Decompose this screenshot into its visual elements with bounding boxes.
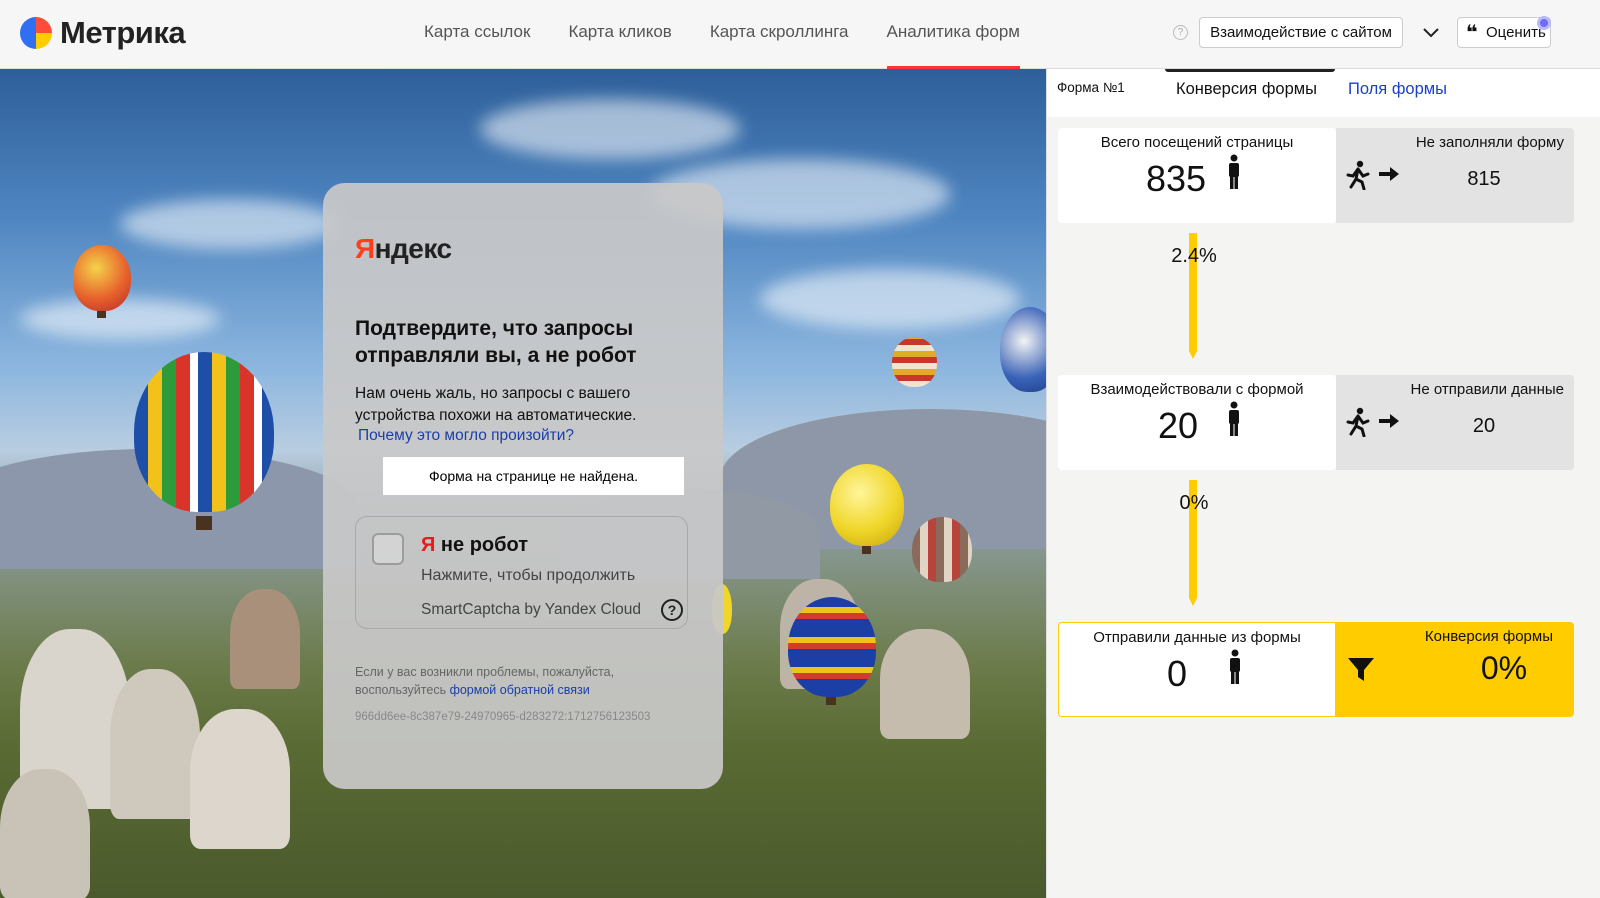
conversion-percent-1: 2.4% [1171, 245, 1217, 267]
yandex-logo-letter: Я [355, 233, 375, 264]
panel-tabs: Форма №1 Конверсия формы Поля формы [1047, 69, 1600, 117]
person-icon [1229, 401, 1239, 436]
captcha-help-icon[interactable]: ? [661, 599, 683, 621]
not-filled-label: Не заполняли форму [1415, 134, 1564, 151]
interacted-label: Взаимодействовали с формой [1090, 381, 1304, 398]
interacted-card: Взаимодействовали с формой 20 [1058, 375, 1336, 470]
top-header: Метрика Карта ссылок Карта кликов Карта … [0, 0, 1600, 69]
not-robot-checkbox[interactable] [372, 533, 404, 565]
not-submitted-value: 20 [1472, 415, 1496, 437]
interacted-value: 20 [1158, 405, 1199, 446]
site-interaction-button[interactable]: Взаимодействие с сайтом [1199, 17, 1403, 48]
metrika-logo-icon [20, 17, 52, 49]
yandex-logo-rest: ндекс [374, 233, 452, 264]
not-submitted-card: Не отправили данные 20 [1336, 375, 1574, 470]
captcha-footer: Если у вас возникли проблемы, пожалуйста… [355, 663, 695, 699]
logo-text: Метрика [60, 15, 186, 50]
active-tab-indicator [1165, 69, 1335, 72]
not-robot-ya: Я [421, 534, 436, 556]
tab-form-conversion[interactable]: Конверсия формы [1176, 80, 1317, 99]
form-analytics-panel: Форма №1 Конверсия формы Поля формы Всег… [1046, 69, 1600, 898]
submitted-value: 0 [1167, 653, 1188, 694]
funnel-arrow [1189, 598, 1197, 606]
feedback-link[interactable]: формой обратной связи [450, 683, 590, 697]
form-selector[interactable]: Форма №1 [1057, 80, 1125, 95]
nav-link-map[interactable]: Карта ссылок [424, 0, 530, 69]
tab-form-fields[interactable]: Поля формы [1348, 80, 1447, 99]
not-robot-title: Я не робот [421, 534, 528, 557]
not-robot-subtitle: Нажмите, чтобы продолжить [421, 567, 636, 584]
nav-scroll-map[interactable]: Карта скроллинга [710, 0, 849, 69]
chevron-down-icon[interactable] [1420, 21, 1442, 43]
balloon-image [73, 245, 131, 311]
balloon-image [788, 597, 876, 697]
form-not-found-message: Форма на странице не найдена. [383, 457, 684, 495]
form-conversion-label: Конверсия формы [1424, 628, 1553, 645]
balloon-image [134, 352, 274, 512]
help-icon[interactable]: ? [1173, 25, 1188, 40]
not-filled-value: 815 [1467, 168, 1501, 190]
person-icon [1229, 154, 1239, 189]
running-person-exit-icon [1346, 160, 1399, 190]
form-conversion-card: Конверсия формы 0% [1336, 622, 1574, 717]
quote-icon: ❝ [1466, 22, 1478, 44]
not-filled-card: Не заполняли форму 815 [1336, 128, 1574, 223]
balloon-image [912, 517, 972, 582]
person-icon [1230, 649, 1240, 684]
submitted-card: Отправили данные из формы 0 [1058, 622, 1336, 717]
balloon-image [892, 337, 937, 387]
running-person-exit-icon [1346, 407, 1399, 437]
total-visits-value: 835 [1146, 158, 1207, 199]
nav-form-analytics[interactable]: Аналитика форм [886, 0, 1021, 69]
main-nav: Карта ссылок Карта кликов Карта скроллин… [424, 0, 1058, 69]
total-visits-label: Всего посещений страницы [1100, 134, 1294, 151]
nav-click-map[interactable]: Карта кликов [568, 0, 671, 69]
funnel-icon [1348, 658, 1374, 681]
not-submitted-label: Не отправили данные [1410, 381, 1564, 398]
rate-label: Оценить [1486, 24, 1546, 41]
not-robot-widget[interactable]: Я не робот Нажмите, чтобы продолжить Sma… [355, 516, 688, 629]
page-preview: Яндекс Подтвердите, что запросы отправля… [0, 69, 1046, 898]
conversion-percent-2: 0% [1179, 492, 1209, 514]
request-id: 966dd6ee-8c387e79-24970965-d283272:17127… [355, 711, 651, 723]
why-link[interactable]: Почему это могло произойти? [358, 427, 574, 445]
yandex-logo: Яндекс [355, 233, 452, 265]
total-visits-card: Всего посещений страницы 835 [1058, 128, 1336, 223]
form-conversion-value: 0% [1480, 650, 1528, 686]
notification-dot [1537, 16, 1551, 30]
not-robot-rest: не робот [435, 534, 528, 556]
captcha-title: Подтвердите, что запросы отправляли вы, … [355, 317, 637, 367]
metrika-logo[interactable]: Метрика [20, 15, 186, 51]
smartcaptcha-brand: SmartCaptcha by Yandex Cloud [421, 601, 641, 618]
funnel-arrow [1189, 351, 1197, 359]
captcha-text: Нам очень жаль, но запросы с вашего устр… [355, 385, 637, 424]
balloon-image [830, 464, 904, 546]
submitted-label: Отправили данные из формы [1093, 629, 1301, 646]
balloon-image [1000, 307, 1046, 392]
captcha-card: Яндекс Подтвердите, что запросы отправля… [323, 183, 723, 789]
